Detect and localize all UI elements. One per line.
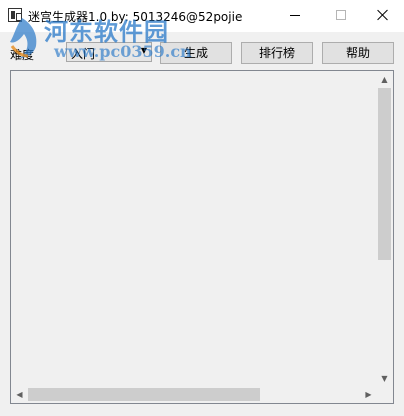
maximize-icon [336, 10, 346, 20]
watermark-url: www.pc0359.cn [54, 42, 192, 61]
close-icon [377, 9, 389, 21]
maximize-button [318, 0, 364, 30]
vertical-scrollbar[interactable]: ▲ ▼ [376, 71, 393, 387]
leaderboard-button[interactable]: 排行榜 [241, 42, 313, 64]
scrollbar-corner [376, 386, 393, 403]
app-window: 迷宫生成器1.0 by: 5013246@52pojie 难度 入门 ▼ 生成 … [0, 0, 404, 416]
arrow-up-icon[interactable]: ▲ [376, 71, 393, 88]
arrow-left-icon[interactable]: ◀ [11, 386, 28, 403]
close-button[interactable] [360, 0, 404, 30]
horizontal-scrollbar[interactable]: ◀ ▶ [11, 386, 377, 403]
maze-canvas[interactable]: ▲ ▼ ◀ ▶ [10, 70, 394, 404]
watermark-logo-icon [10, 18, 37, 58]
arrow-down-icon[interactable]: ▼ [376, 370, 393, 387]
arrow-right-icon[interactable]: ▶ [360, 386, 377, 403]
minimize-button[interactable] [272, 0, 318, 30]
vertical-scroll-thumb[interactable] [378, 88, 391, 260]
minimize-icon [290, 14, 300, 16]
horizontal-scroll-thumb[interactable] [28, 388, 260, 401]
help-button[interactable]: 帮助 [322, 42, 394, 64]
